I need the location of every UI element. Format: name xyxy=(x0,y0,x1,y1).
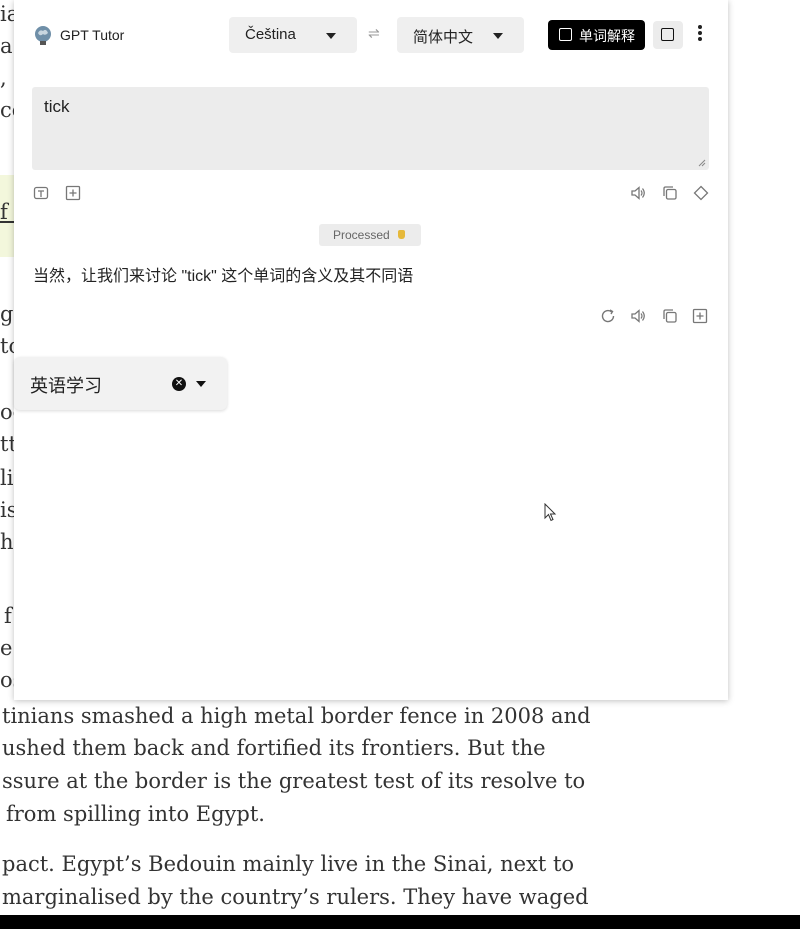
article-line: ssure at the border is the greatest test… xyxy=(2,769,586,793)
answer-text: 当然，让我们来讨论 "tick" 这个单词的含义及其不同语 xyxy=(33,268,414,285)
resize-grip-icon[interactable] xyxy=(698,159,706,167)
speaker-icon[interactable] xyxy=(630,308,646,324)
chevron-down-icon xyxy=(493,33,503,39)
source-language-value: Čeština xyxy=(245,26,296,43)
article-fragment: h xyxy=(0,530,14,554)
add-box-icon[interactable] xyxy=(692,308,708,324)
mode-icon xyxy=(661,28,674,41)
article-line: from spilling into Egypt. xyxy=(6,802,265,826)
mode-toggle-button[interactable] xyxy=(653,21,683,49)
copy-icon[interactable] xyxy=(662,185,678,201)
mode-icon xyxy=(559,28,572,41)
word-explanation-button[interactable]: 单词解释 xyxy=(548,20,645,50)
article-line: pact. Egypt’s Bedouin mainly live in the… xyxy=(2,852,575,876)
article-fragment: e xyxy=(0,636,13,660)
refresh-icon[interactable] xyxy=(600,308,616,324)
copy-icon[interactable] xyxy=(662,308,678,324)
source-language-select[interactable]: Čeština xyxy=(229,17,357,53)
article-line: marginalised by the country’s rulers. Th… xyxy=(2,885,589,909)
article-fragment: g xyxy=(0,302,14,326)
article-line: tinians smashed a high metal border fenc… xyxy=(2,704,591,728)
brain-logo-icon xyxy=(35,26,51,45)
article-line: ushed them back and fortified its fronti… xyxy=(2,736,546,760)
text-format-icon[interactable] xyxy=(33,185,49,201)
clear-tag-icon[interactable]: ✕ xyxy=(172,377,186,391)
thumbs-up-icon xyxy=(398,230,405,239)
mouse-cursor-icon xyxy=(544,503,557,522)
taskbar xyxy=(0,915,800,929)
article-fragment: f xyxy=(4,604,12,628)
gpt-tutor-popup: GPT Tutor Čeština ⇌ 简体中文 单词解释 tick Proce… xyxy=(14,0,728,700)
source-text-input[interactable]: tick xyxy=(32,87,709,170)
add-box-icon[interactable] xyxy=(65,185,81,201)
target-language-select[interactable]: 简体中文 xyxy=(397,17,524,53)
swap-languages-icon[interactable]: ⇌ xyxy=(368,25,380,42)
more-menu-icon[interactable] xyxy=(697,24,703,42)
speaker-icon[interactable] xyxy=(630,185,646,201)
chevron-down-icon xyxy=(326,33,336,39)
status-badge-label: Processed xyxy=(333,228,390,242)
word-explanation-label: 单词解释 xyxy=(579,28,635,44)
brand-name: GPT Tutor xyxy=(60,27,125,43)
target-language-value: 简体中文 xyxy=(413,29,474,46)
eraser-icon[interactable] xyxy=(693,185,709,201)
prompt-tag-label: 英语学习 xyxy=(30,376,102,396)
prompt-tag-select[interactable]: 英语学习 ✕ xyxy=(14,357,227,410)
chevron-down-icon[interactable] xyxy=(196,381,206,387)
status-badge: Processed xyxy=(319,224,421,246)
source-text-value: tick xyxy=(44,97,70,116)
